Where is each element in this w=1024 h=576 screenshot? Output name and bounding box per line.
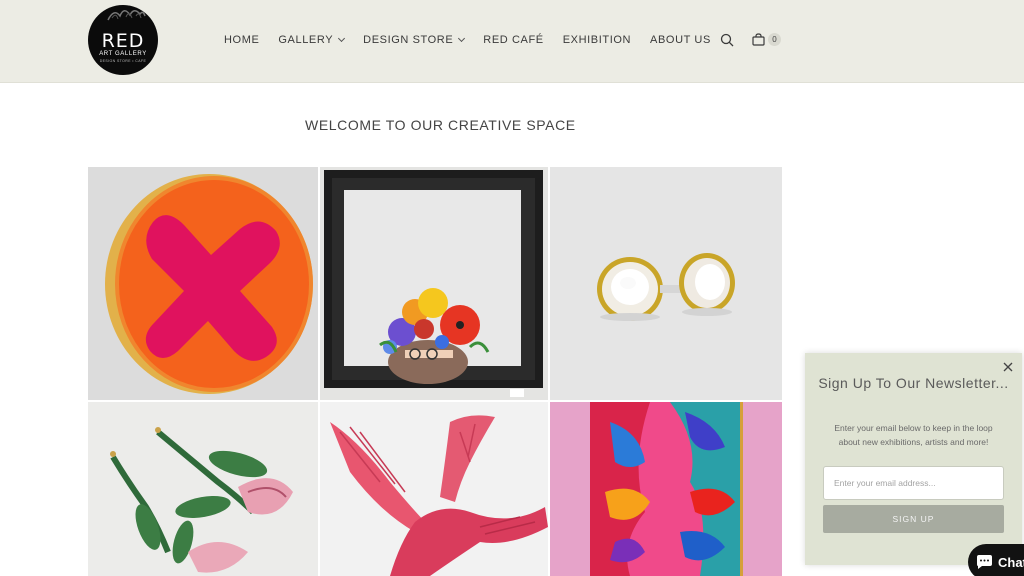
gallery-grid	[88, 167, 782, 576]
nav-item-label: RED CAFÉ	[483, 34, 544, 46]
nav-item-design-store[interactable]: DESIGN STORE	[363, 34, 466, 46]
gallery-tile-earrings[interactable]	[550, 167, 782, 400]
nav-item-label: ABOUT US	[650, 34, 711, 46]
signup-button[interactable]: SIGN UP	[823, 505, 1004, 533]
gallery-tile-faces-painting[interactable]	[550, 402, 782, 576]
nav-item-exhibition[interactable]: EXHIBITION	[563, 34, 631, 46]
nav-item-label: GALLERY	[278, 34, 334, 46]
gallery-tile-orange-x[interactable]	[88, 167, 318, 400]
chevron-down-icon	[338, 34, 346, 43]
logo[interactable]: RED ART GALLERY DESIGN STORE • CAFE	[88, 5, 158, 75]
site-header: RED ART GALLERY DESIGN STORE • CAFE HOME…	[0, 0, 1024, 83]
nav-item-label: HOME	[224, 34, 260, 46]
logo-title: RED	[101, 30, 145, 52]
gold-earrings-image	[550, 167, 782, 400]
foliage-icon	[107, 10, 146, 21]
chat-button[interactable]: Chat	[968, 544, 1024, 576]
chat-bubble-icon	[977, 554, 992, 569]
logo-tagline: DESIGN STORE • CAFE	[99, 59, 147, 63]
glass-bird-image	[320, 402, 548, 576]
email-field[interactable]	[823, 466, 1004, 500]
search-icon[interactable]	[720, 33, 734, 47]
cart-count-badge: 0	[768, 32, 781, 46]
nav-item-about-us[interactable]: ABOUT US	[650, 34, 711, 46]
gallery-tile-crochet-earrings[interactable]	[88, 402, 318, 576]
flower-portrait-image	[320, 167, 548, 400]
main-nav: HOME GALLERY DESIGN STORE RED CAFÉ EXHIB…	[224, 33, 730, 47]
nav-item-label: EXHIBITION	[562, 34, 632, 46]
chat-label: Chat	[998, 554, 1024, 570]
close-icon[interactable]	[1002, 361, 1014, 373]
shopping-bag-icon	[752, 32, 765, 46]
orange-x-artwork-image	[88, 167, 318, 400]
nav-item-red-cafe[interactable]: RED CAFÉ	[483, 34, 543, 46]
newsletter-popup: Sign Up To Our Newsletter... Enter your …	[805, 353, 1022, 565]
page-title: WELCOME TO OUR CREATIVE SPACE	[305, 117, 576, 133]
gallery-tile-glass-bird[interactable]	[320, 402, 548, 576]
chevron-down-icon	[458, 34, 466, 43]
nav-item-label: DESIGN STORE	[363, 34, 454, 46]
newsletter-title: Sign Up To Our Newsletter...	[818, 375, 1009, 391]
cart-button[interactable]: 0	[752, 31, 781, 47]
gallery-tile-flower-portrait[interactable]	[320, 167, 548, 400]
nav-item-gallery[interactable]: GALLERY	[278, 34, 346, 46]
faces-painting-image	[550, 402, 782, 576]
nav-item-home[interactable]: HOME	[224, 34, 259, 46]
newsletter-description: Enter your email below to keep in the lo…	[834, 423, 993, 447]
logo-subtitle: ART GALLERY	[99, 51, 147, 57]
crochet-earrings-image	[88, 402, 318, 576]
